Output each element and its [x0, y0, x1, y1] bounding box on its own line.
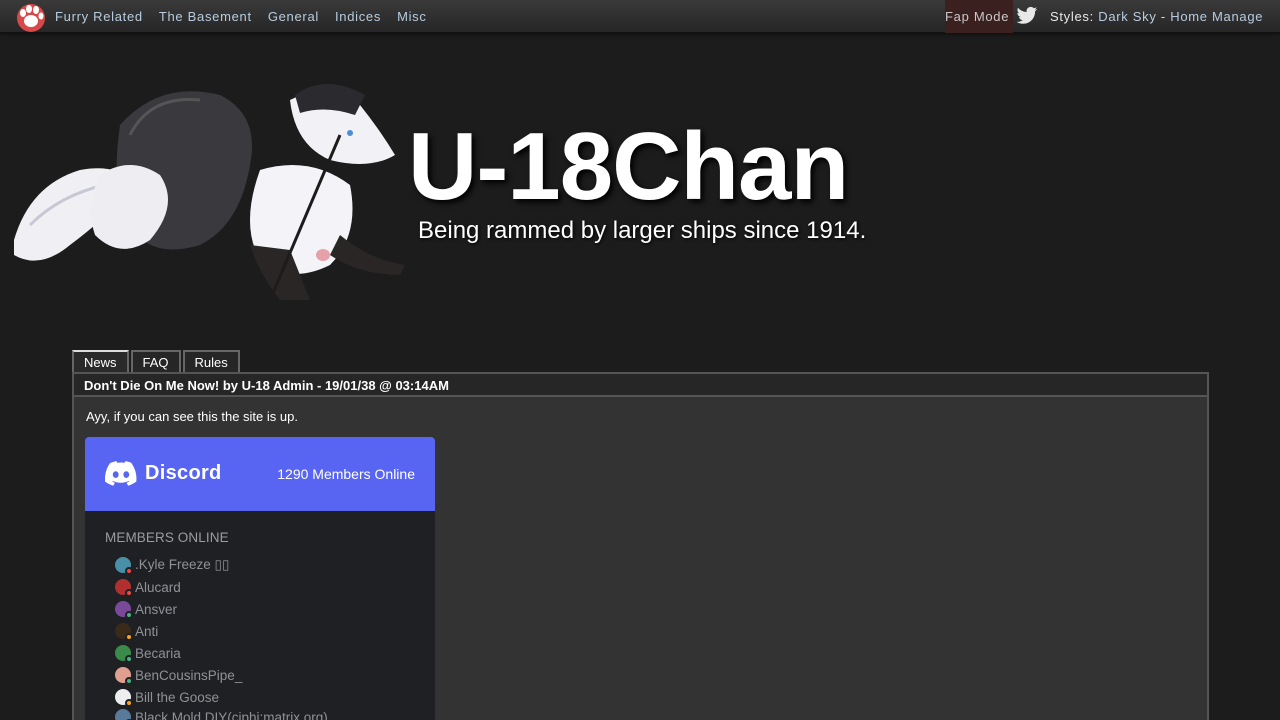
news-headline: Don't Die On Me Now! by U-18 Admin - 19/… [74, 374, 1207, 397]
member-list-item[interactable]: Alucard [115, 578, 181, 597]
home-link[interactable]: Home [1170, 9, 1207, 24]
avatar [115, 689, 133, 707]
member-name: BenCousinsPipe_ [135, 667, 243, 683]
member-name: Bill the Goose [135, 689, 220, 705]
styles-label: Styles: [1050, 9, 1094, 24]
status-dot [125, 677, 133, 685]
member-name: Anti [135, 623, 159, 639]
status-dot [125, 633, 133, 641]
status-dot [125, 655, 133, 663]
twitter-icon[interactable] [1016, 6, 1038, 26]
avatar [115, 645, 133, 663]
separator: - [1160, 9, 1166, 24]
nav-misc[interactable]: Misc [397, 9, 427, 24]
styles-switcher: Styles: Dark Sky - Home Manage [1050, 9, 1263, 24]
member-list-item[interactable]: .Kyle Freeze ▯▯ [115, 556, 230, 575]
tab-rules[interactable]: Rules [182, 350, 240, 373]
avatar [115, 557, 133, 575]
member-list-item[interactable]: Ansver [115, 600, 178, 619]
member-list-item[interactable]: Bill the Goose [115, 688, 220, 707]
manage-link[interactable]: Manage [1212, 9, 1263, 24]
avatar [115, 579, 133, 597]
nav-general[interactable]: General [268, 9, 319, 24]
members-online-heading: MEMBERS ONLINE [105, 530, 229, 545]
status-dot [125, 567, 133, 575]
status-dot [125, 699, 133, 707]
status-dot [125, 589, 133, 597]
avatar [115, 601, 133, 619]
site-slogan: Being rammed by larger ships since 1914. [418, 217, 867, 244]
style-dark-sky-link[interactable]: Dark Sky [1098, 9, 1156, 24]
member-name: Ansver [135, 601, 178, 617]
member-name: Black Mold DIY(ciphi:matrix.org) [135, 709, 328, 720]
avatar [115, 709, 133, 720]
member-name: .Kyle Freeze ▯▯ [135, 557, 230, 572]
avatar [115, 623, 133, 641]
mascot-illustration [14, 84, 405, 301]
site-title: U-18Chan [408, 113, 849, 220]
nav-furry-related[interactable]: Furry Related [55, 9, 143, 24]
discord-logo-icon [105, 461, 137, 486]
discord-header: Discord 1290 Members Online [85, 437, 435, 511]
member-list-item[interactable]: Becaria [115, 644, 181, 663]
info-tabs: News FAQ Rules [72, 350, 242, 373]
tab-faq[interactable]: FAQ [130, 350, 181, 373]
nav-links: Furry Related The Basement General Indic… [55, 0, 443, 33]
news-body: Ayy, if you can see this the site is up. [86, 409, 298, 424]
discord-wordmark: Discord [145, 462, 222, 484]
paw-logo-icon[interactable] [14, 1, 48, 33]
member-name: Becaria [135, 645, 181, 661]
avatar [115, 667, 133, 685]
nav-indices[interactable]: Indices [335, 9, 381, 24]
member-list-item[interactable]: BenCousinsPipe_ [115, 666, 243, 685]
status-dot [125, 611, 133, 619]
member-list-item[interactable]: Anti [115, 622, 159, 641]
member-list-item[interactable]: Black Mold DIY(ciphi:matrix.org) [115, 708, 328, 720]
discord-online-count: 1290 Members Online [277, 466, 415, 482]
nav-the-basement[interactable]: The Basement [159, 9, 252, 24]
member-name: Alucard [135, 579, 181, 595]
tab-news[interactable]: News [72, 350, 129, 373]
fap-mode-toggle[interactable]: Fap Mode [945, 9, 1009, 24]
discord-widget[interactable]: Discord 1290 Members Online MEMBERS ONLI… [85, 437, 435, 720]
top-nav: Furry Related The Basement General Indic… [0, 0, 1280, 33]
